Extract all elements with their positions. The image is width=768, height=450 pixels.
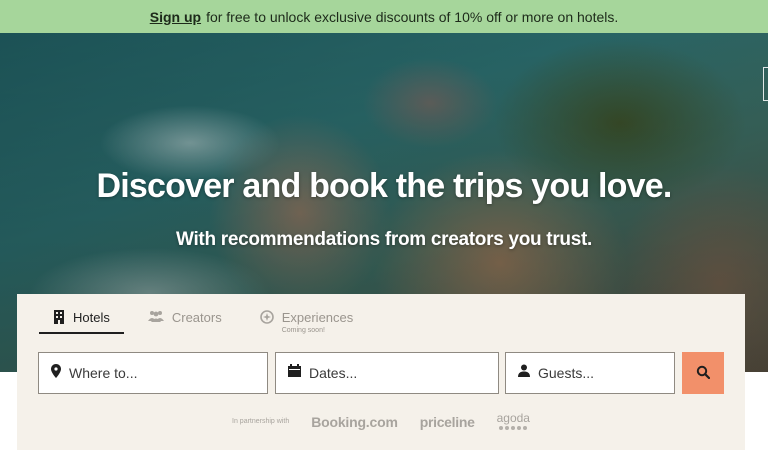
where-field[interactable] [38, 352, 268, 394]
tab-hotels[interactable]: Hotels [39, 304, 124, 334]
hero-edge-marker [763, 67, 768, 101]
guests-input[interactable] [538, 365, 674, 381]
tab-hotels-label: Hotels [73, 310, 110, 325]
search-icon [696, 365, 711, 382]
guests-field[interactable] [505, 352, 675, 394]
promo-message: for free to unlock exclusive discounts o… [206, 8, 619, 25]
hero-subtitle: With recommendations from creators you t… [175, 229, 592, 250]
agoda-dots [498, 426, 528, 430]
search-button[interactable] [682, 352, 724, 394]
people-icon [147, 310, 164, 322]
calendar-icon [288, 364, 301, 382]
partner-priceline-logo: priceline [419, 413, 475, 430]
coming-soon-note: Coming soon! [281, 327, 325, 334]
partner-strip: In partnership with Booking.com pricelin… [17, 411, 745, 430]
promo-banner: Sign up for free to unlock exclusive dis… [0, 0, 768, 33]
hero-title: Discover and book the trips you love. [96, 167, 673, 205]
partnership-label: In partnership with [232, 418, 290, 425]
partner-agoda-logo: agoda [496, 411, 530, 430]
search-tabs: Hotels Creators Experiences Coming soon! [39, 304, 377, 336]
tab-creators[interactable]: Creators [134, 304, 236, 334]
tab-experiences-label: Experiences [281, 310, 354, 325]
building-icon [53, 310, 65, 324]
dates-field[interactable] [275, 352, 499, 394]
where-input[interactable] [69, 365, 267, 381]
agoda-wordmark: agoda [496, 411, 530, 425]
map-pin-icon [51, 363, 61, 383]
sparkle-badge-icon [259, 310, 274, 324]
search-panel: Hotels Creators Experiences Coming soon! [17, 294, 745, 450]
tab-creators-label: Creators [171, 310, 222, 325]
dates-input[interactable] [309, 365, 498, 381]
sign-up-link[interactable]: Sign up [150, 9, 201, 25]
partner-booking-logo: Booking.com [311, 413, 398, 430]
tab-experiences[interactable]: Experiences Coming soon! [246, 304, 368, 334]
person-icon [518, 364, 530, 382]
